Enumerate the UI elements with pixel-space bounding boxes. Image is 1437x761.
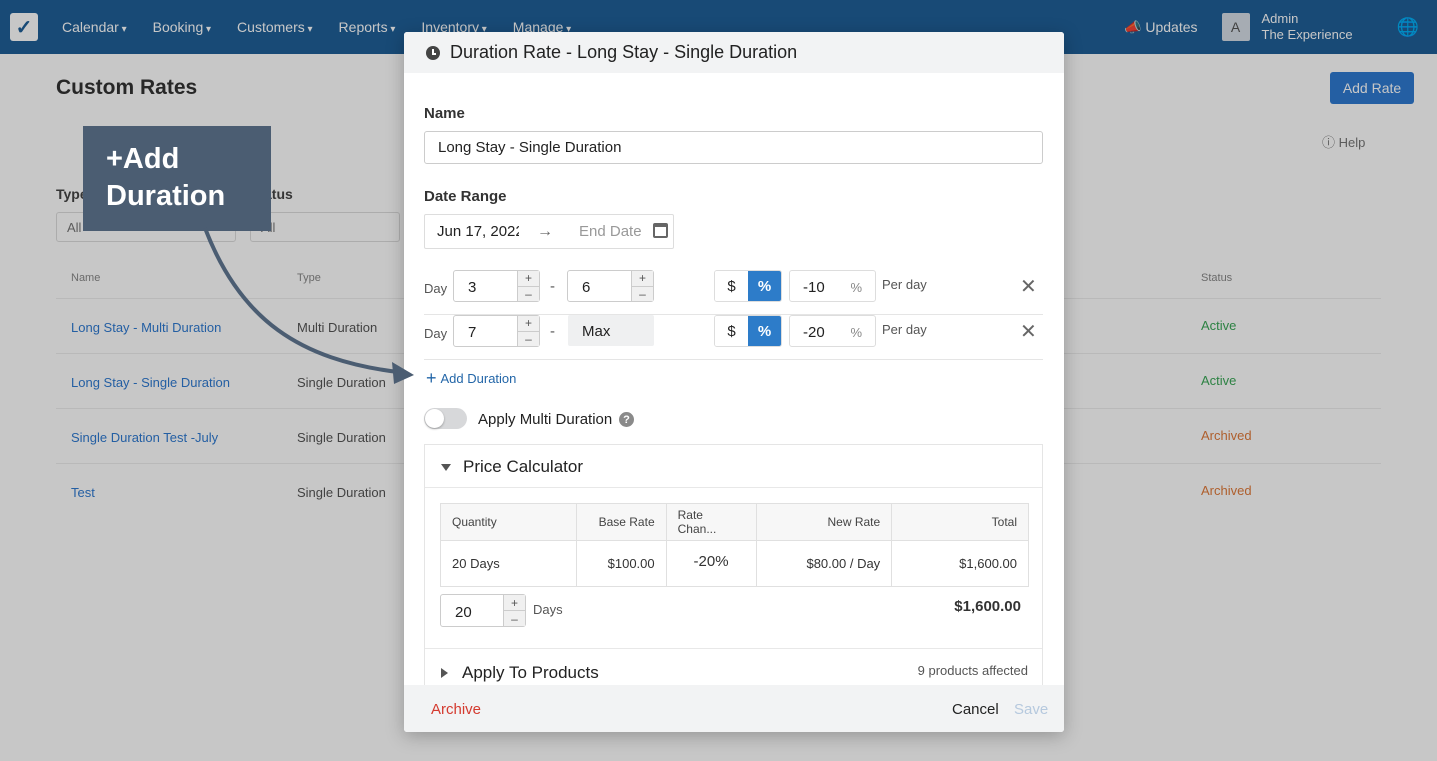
decrement-icon[interactable]: – — [504, 610, 525, 626]
decrement-icon[interactable]: – — [518, 285, 539, 302]
column-new-rate: New Rate — [756, 503, 893, 541]
table-row: 20 Days $100.00 -20% $80.00 / Day $1,600… — [440, 540, 1029, 587]
price-calculator-panel: Price Calculator Quantity Base Rate Rate… — [424, 444, 1043, 716]
per-day-label: Per day — [882, 322, 927, 337]
increment-icon[interactable]: + — [632, 271, 653, 286]
percent-unit: % — [850, 280, 862, 295]
decrement-icon[interactable]: – — [518, 330, 539, 347]
percent-option[interactable]: % — [748, 271, 781, 301]
date-range-label: Date Range — [424, 188, 507, 205]
end-date-input[interactable]: End Date — [579, 223, 642, 240]
caret-right-icon — [441, 668, 448, 678]
day-label: Day — [424, 326, 448, 341]
price-calculator-header[interactable]: Price Calculator — [441, 457, 583, 477]
name-label: Name — [424, 105, 465, 122]
amount-type-toggle: $ % — [714, 315, 782, 347]
grand-total: $1,600.00 — [954, 598, 1021, 615]
total-cell: $1,600.00 — [959, 556, 1017, 571]
duration-from-value[interactable]: 3 — [468, 279, 476, 296]
plus-icon: + — [426, 368, 437, 388]
amount-type-toggle: $ % — [714, 270, 782, 302]
duration-rate-modal: Duration Rate - Long Stay - Single Durat… — [404, 32, 1064, 732]
range-dash: - — [550, 323, 555, 340]
dollar-option[interactable]: $ — [715, 271, 748, 301]
price-calculator-title: Price Calculator — [463, 457, 583, 476]
column-quantity: Quantity — [440, 503, 577, 541]
caret-down-icon — [441, 463, 451, 471]
rate-amount-input[interactable]: -10 % — [789, 270, 876, 302]
products-affected-count: 9 products affected — [917, 663, 1028, 678]
rate-amount-value[interactable]: -10 — [803, 279, 825, 296]
close-icon[interactable]: ✕ — [1020, 319, 1037, 344]
add-duration-button[interactable]: + Add Duration — [426, 368, 516, 389]
percent-option[interactable]: % — [748, 316, 781, 346]
quantity-unit-label: Days — [533, 602, 563, 617]
range-dash: - — [550, 278, 555, 295]
rate-amount-value[interactable]: -20 — [803, 324, 825, 341]
decrement-icon[interactable]: – — [632, 285, 653, 302]
quantity-cell: 20 Days — [440, 540, 577, 587]
column-base-rate: Base Rate — [576, 503, 667, 541]
column-total: Total — [891, 503, 1029, 541]
increment-icon[interactable]: + — [504, 595, 525, 610]
per-day-label: Per day — [882, 277, 927, 292]
duration-row: Day 7 + – - Max $ % -20 % Per day ✕ — [424, 315, 1043, 360]
base-rate-cell: $100.00 — [576, 540, 667, 587]
duration-to-value[interactable]: 6 — [582, 279, 590, 296]
duration-from-stepper[interactable]: 7 + – — [453, 315, 540, 347]
modal-header: Duration Rate - Long Stay - Single Durat… — [404, 32, 1064, 73]
callout-line-2: Duration — [106, 180, 226, 212]
duration-to-stepper[interactable]: 6 + – — [567, 270, 654, 302]
calendar-icon[interactable] — [653, 223, 668, 238]
modal-title: Duration Rate - Long Stay - Single Durat… — [450, 42, 798, 62]
apply-multi-duration-toggle[interactable] — [424, 408, 467, 429]
rate-amount-input[interactable]: -20 % — [789, 315, 876, 347]
increment-icon[interactable]: + — [518, 316, 539, 331]
add-duration-label: Add Duration — [440, 371, 517, 386]
cancel-button[interactable]: Cancel — [952, 701, 999, 718]
close-icon[interactable]: ✕ — [1020, 274, 1037, 299]
archive-button[interactable]: Archive — [431, 701, 481, 718]
start-date-input[interactable]: Jun 17, 2022 — [437, 223, 519, 240]
increment-icon[interactable]: + — [518, 271, 539, 286]
annotation-callout: +Add Duration — [83, 126, 271, 231]
modal-footer: Archive Cancel Save — [404, 685, 1064, 732]
duration-row: Day 3 + – - 6 + – $ % -10 % Per day ✕ — [424, 270, 1043, 315]
new-rate-cell: $80.00 / Day — [756, 540, 893, 587]
duration-from-stepper[interactable]: 3 + – — [453, 270, 540, 302]
date-range-picker[interactable]: Jun 17, 2022 → End Date — [424, 214, 674, 249]
duration-max-value: Max — [568, 315, 654, 346]
dollar-option[interactable]: $ — [715, 316, 748, 346]
help-icon[interactable]: ? — [619, 412, 634, 427]
price-calculator-table: Quantity Base Rate Rate Chan... New Rate… — [440, 503, 1029, 587]
column-rate-change: Rate Chan... — [666, 503, 757, 541]
apply-multi-duration-label: Apply Multi Duration — [478, 411, 613, 428]
name-input[interactable] — [424, 131, 1043, 164]
quantity-stepper[interactable]: 20 + – — [440, 594, 526, 627]
rate-change-cell: -20% — [666, 540, 757, 587]
callout-line-1: +Add — [106, 143, 180, 175]
day-label: Day — [424, 281, 448, 296]
clock-icon — [426, 45, 440, 60]
apply-to-products-title: Apply To Products — [462, 663, 599, 682]
quantity-value[interactable]: 20 — [455, 604, 472, 621]
duration-from-value[interactable]: 7 — [468, 324, 476, 341]
apply-to-products-header[interactable]: Apply To Products — [441, 663, 599, 683]
save-button[interactable]: Save — [1014, 701, 1048, 718]
percent-unit: % — [850, 325, 862, 340]
arrow-right-icon: → — [537, 222, 553, 240]
